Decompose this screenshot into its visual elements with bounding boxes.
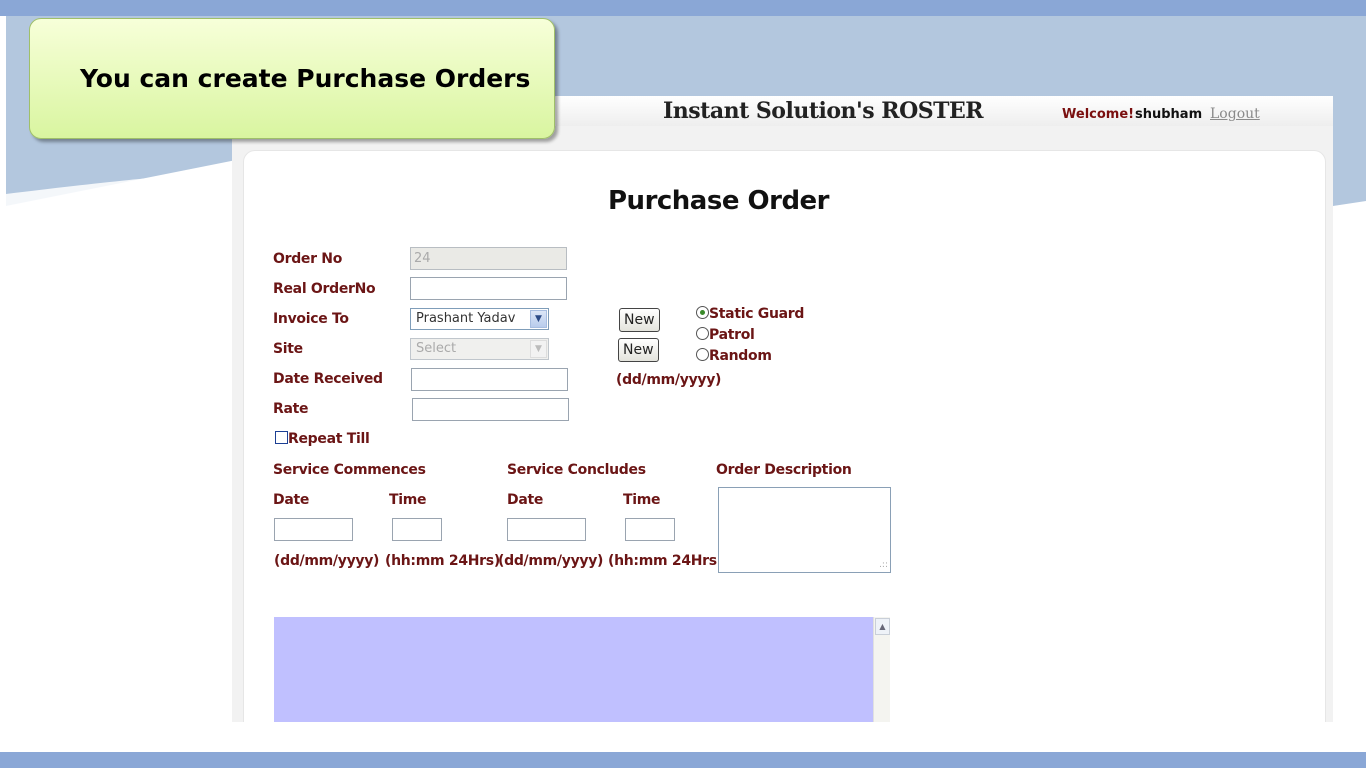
concludes-date-input[interactable]: [507, 518, 586, 541]
site-label: Site: [273, 341, 303, 357]
page-title: Purchase Order: [608, 186, 830, 216]
slide-clip: [232, 722, 1333, 752]
username: shubham: [1135, 107, 1203, 122]
scroll-up-icon[interactable]: ▲: [875, 618, 890, 635]
app-title: Instant Solution's ROSTER: [663, 98, 984, 124]
radio-patrol[interactable]: [696, 327, 709, 340]
slide-top-bar: [0, 0, 1366, 16]
real-order-no-input[interactable]: [410, 277, 567, 300]
concludes-time-input[interactable]: [625, 518, 675, 541]
slide-bottom-bar: [0, 752, 1366, 768]
repeat-till-label: Repeat Till: [288, 431, 370, 447]
commences-time-input[interactable]: [392, 518, 442, 541]
concludes-date-hint: (dd/mm/yyyy): [498, 553, 604, 569]
order-no-input[interactable]: [410, 247, 567, 270]
date-received-label: Date Received: [273, 371, 383, 387]
order-description-textarea[interactable]: .::: [718, 487, 891, 573]
commences-date-label: Date: [273, 492, 310, 508]
welcome-text: Welcome!: [1062, 107, 1135, 122]
service-concludes-label: Service Concludes: [507, 462, 646, 478]
rate-input[interactable]: [412, 398, 569, 421]
callout-box: You can create Purchase Orders: [29, 18, 555, 139]
radio-static-guard[interactable]: [696, 306, 709, 319]
concludes-time-hint: (hh:mm 24Hrs): [608, 553, 723, 569]
concludes-time-label: Time: [623, 492, 661, 508]
service-commences-label: Service Commences: [273, 462, 426, 478]
chevron-down-icon[interactable]: ▼: [530, 310, 547, 328]
order-no-label: Order No: [273, 251, 343, 267]
date-received-input[interactable]: [411, 368, 568, 391]
radio-static-guard-label: Static Guard: [709, 306, 805, 322]
chevron-down-icon[interactable]: ▼: [530, 340, 547, 358]
order-description-label: Order Description: [716, 462, 852, 478]
radio-random[interactable]: [696, 348, 709, 361]
invoice-to-select[interactable]: Prashant Yadav ▼: [410, 308, 549, 330]
commences-date-input[interactable]: [274, 518, 353, 541]
commences-date-hint: (dd/mm/yyyy): [274, 553, 380, 569]
radio-patrol-label: Patrol: [709, 327, 755, 343]
callout-text: You can create Purchase Orders: [80, 64, 531, 93]
rate-label: Rate: [273, 401, 309, 417]
commences-time-hint: (hh:mm 24Hrs): [385, 553, 500, 569]
commences-time-label: Time: [389, 492, 427, 508]
orders-grid[interactable]: [274, 617, 873, 722]
invoice-to-selected: Prashant Yadav: [416, 311, 516, 326]
invoice-to-label: Invoice To: [273, 311, 349, 327]
resize-grip-icon[interactable]: .::: [879, 561, 888, 570]
concludes-date-label: Date: [507, 492, 544, 508]
logout-link[interactable]: Logout: [1210, 106, 1260, 122]
new-site-button[interactable]: New: [618, 338, 659, 362]
new-invoice-button[interactable]: New: [619, 308, 660, 332]
repeat-till-checkbox[interactable]: [275, 431, 288, 444]
radio-random-label: Random: [709, 348, 772, 364]
site-select[interactable]: Select ▼: [410, 338, 549, 360]
date-received-hint: (dd/mm/yyyy): [616, 372, 722, 388]
site-selected: Select: [416, 341, 457, 356]
real-order-no-label: Real OrderNo: [273, 281, 376, 297]
grid-scrollbar[interactable]: ▲: [873, 617, 890, 722]
